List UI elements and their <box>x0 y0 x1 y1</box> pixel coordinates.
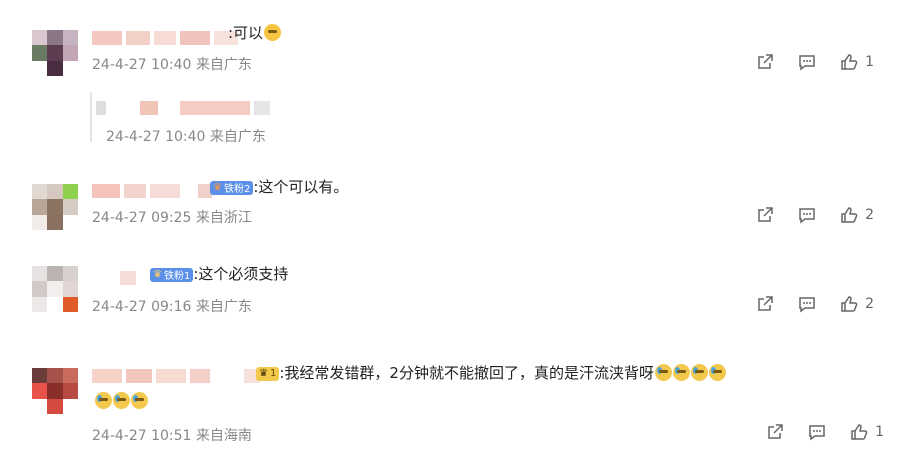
emoji-cry-icon <box>690 364 708 381</box>
avatar[interactable] <box>32 30 78 76</box>
emoji-cry-icon <box>672 364 690 381</box>
fan-badge-icon: ♛ <box>213 182 222 193</box>
avatar[interactable] <box>32 184 78 230</box>
action-bar: 1 <box>755 52 874 72</box>
fan-badge: ♛ 铁粉1 <box>150 267 194 282</box>
like-count: 2 <box>865 296 874 312</box>
share-icon <box>758 296 773 311</box>
fan-badge: ♛ 1 <box>256 366 280 381</box>
comment-icon <box>799 297 815 313</box>
share-icon <box>758 54 773 69</box>
like-button[interactable]: 1 <box>849 422 884 442</box>
fan-badge: ♛ 铁粉2 <box>210 180 254 195</box>
avatar[interactable] <box>32 368 78 414</box>
username-blurred[interactable] <box>92 270 136 286</box>
reply-meta: 24-4-27 10:40 来自广东 <box>106 129 266 145</box>
like-count: 2 <box>865 207 874 223</box>
emoji-cry-icon <box>131 392 148 409</box>
comment-meta: 24-4-27 09:25 来自浙江 <box>92 210 252 226</box>
comment-button[interactable] <box>797 52 817 72</box>
comment-text: ♛ 铁粉1:这个必须支持 <box>150 263 288 284</box>
share-button[interactable] <box>755 52 775 72</box>
action-bar: 2 <box>755 205 874 225</box>
emoji-cry-icon <box>113 392 130 409</box>
emoji-cry-icon <box>95 392 112 409</box>
emoji-cry-icon <box>708 364 726 381</box>
comment-button[interactable] <box>797 294 817 314</box>
like-button[interactable]: 2 <box>839 294 874 314</box>
comment-text-continued <box>94 392 148 410</box>
share-icon <box>768 424 783 439</box>
reply-username-blurred[interactable] <box>96 100 270 116</box>
comment-meta: 24-4-27 09:16 来自广东 <box>92 299 252 315</box>
comment-text: ♛ 铁粉2:这个可以有。 <box>210 176 348 197</box>
share-button[interactable] <box>765 422 785 442</box>
username-blurred[interactable] <box>92 30 238 46</box>
share-button[interactable] <box>755 205 775 225</box>
comment-icon <box>799 55 815 71</box>
comment-meta: 24-4-27 10:51 来自海南 <box>92 428 252 444</box>
like-icon <box>841 296 858 312</box>
comment-button[interactable] <box>797 205 817 225</box>
action-bar: 2 <box>755 294 874 314</box>
reply-divider <box>90 92 92 142</box>
comment-icon <box>799 208 815 224</box>
action-bar: 1 <box>765 422 884 442</box>
emoji-smile-icon <box>264 24 282 41</box>
avatar[interactable] <box>32 266 78 312</box>
comment-icon <box>809 425 825 441</box>
like-icon <box>851 424 868 440</box>
comment-meta: 24-4-27 10:40 来自广东 <box>92 57 252 73</box>
comment-text: ♛ 1:我经常发错群，2分钟就不能撤回了，真的是汗流浃背呀 <box>256 362 726 383</box>
comment-button[interactable] <box>807 422 827 442</box>
like-icon <box>841 54 858 70</box>
emoji-cry-icon <box>654 364 672 381</box>
fan-badge-icon: ♛ <box>259 368 268 379</box>
share-icon <box>758 207 773 222</box>
like-button[interactable]: 2 <box>839 205 874 225</box>
like-count: 1 <box>865 54 874 70</box>
like-count: 1 <box>875 424 884 440</box>
like-icon <box>841 207 858 223</box>
like-button[interactable]: 1 <box>839 52 874 72</box>
share-button[interactable] <box>755 294 775 314</box>
username-blurred[interactable] <box>92 183 212 199</box>
comment-text: :可以 <box>228 22 282 43</box>
fan-badge-icon: ♛ <box>153 269 162 280</box>
username-blurred[interactable] <box>92 368 260 384</box>
